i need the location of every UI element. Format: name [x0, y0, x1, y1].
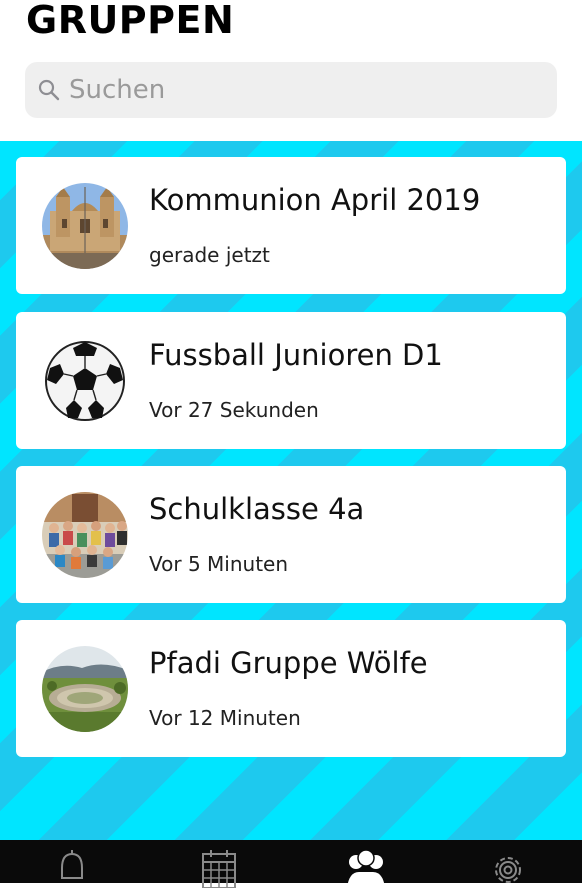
- group-time: gerade jetzt: [149, 243, 270, 267]
- group-list: Kommunion April 2019 gerade jetzt Fussba…: [0, 141, 582, 840]
- group-avatar-class-photo: [42, 492, 128, 578]
- tab-groups[interactable]: [328, 840, 398, 888]
- group-avatar-amphitheater: [42, 646, 128, 732]
- group-time: Vor 27 Sekunden: [149, 398, 319, 422]
- group-avatar-soccer-ball: [42, 338, 128, 424]
- search-icon: [37, 78, 61, 102]
- search-bar[interactable]: [25, 62, 557, 118]
- tab-settings[interactable]: [473, 840, 543, 883]
- group-name: Fussball Junioren D1: [149, 338, 443, 372]
- tab-calendar[interactable]: [184, 840, 254, 888]
- group-avatar-church: [42, 183, 128, 269]
- group-card-pfadi[interactable]: Pfadi Gruppe Wölfe Vor 12 Minuten: [16, 620, 566, 757]
- group-time: Vor 5 Minuten: [149, 552, 289, 576]
- page-title: GRUPPEN: [26, 0, 235, 42]
- header: GRUPPEN: [0, 0, 582, 141]
- calendar-icon: [202, 850, 236, 888]
- group-name: Kommunion April 2019: [149, 183, 481, 217]
- tab-notifications[interactable]: [37, 840, 107, 883]
- bell-icon: [61, 850, 83, 879]
- people-icon: [347, 849, 385, 888]
- group-card-schulklasse[interactable]: Schulklasse 4a Vor 5 Minuten: [16, 466, 566, 603]
- group-card-kommunion[interactable]: Kommunion April 2019 gerade jetzt: [16, 157, 566, 294]
- group-name: Schulklasse 4a: [149, 492, 365, 526]
- search-input[interactable]: [69, 62, 549, 118]
- group-card-fussball[interactable]: Fussball Junioren D1 Vor 27 Sekunden: [16, 312, 566, 449]
- gear-icon: [495, 857, 521, 883]
- group-name: Pfadi Gruppe Wölfe: [149, 646, 428, 680]
- group-time: Vor 12 Minuten: [149, 706, 301, 730]
- tab-bar: [0, 840, 582, 888]
